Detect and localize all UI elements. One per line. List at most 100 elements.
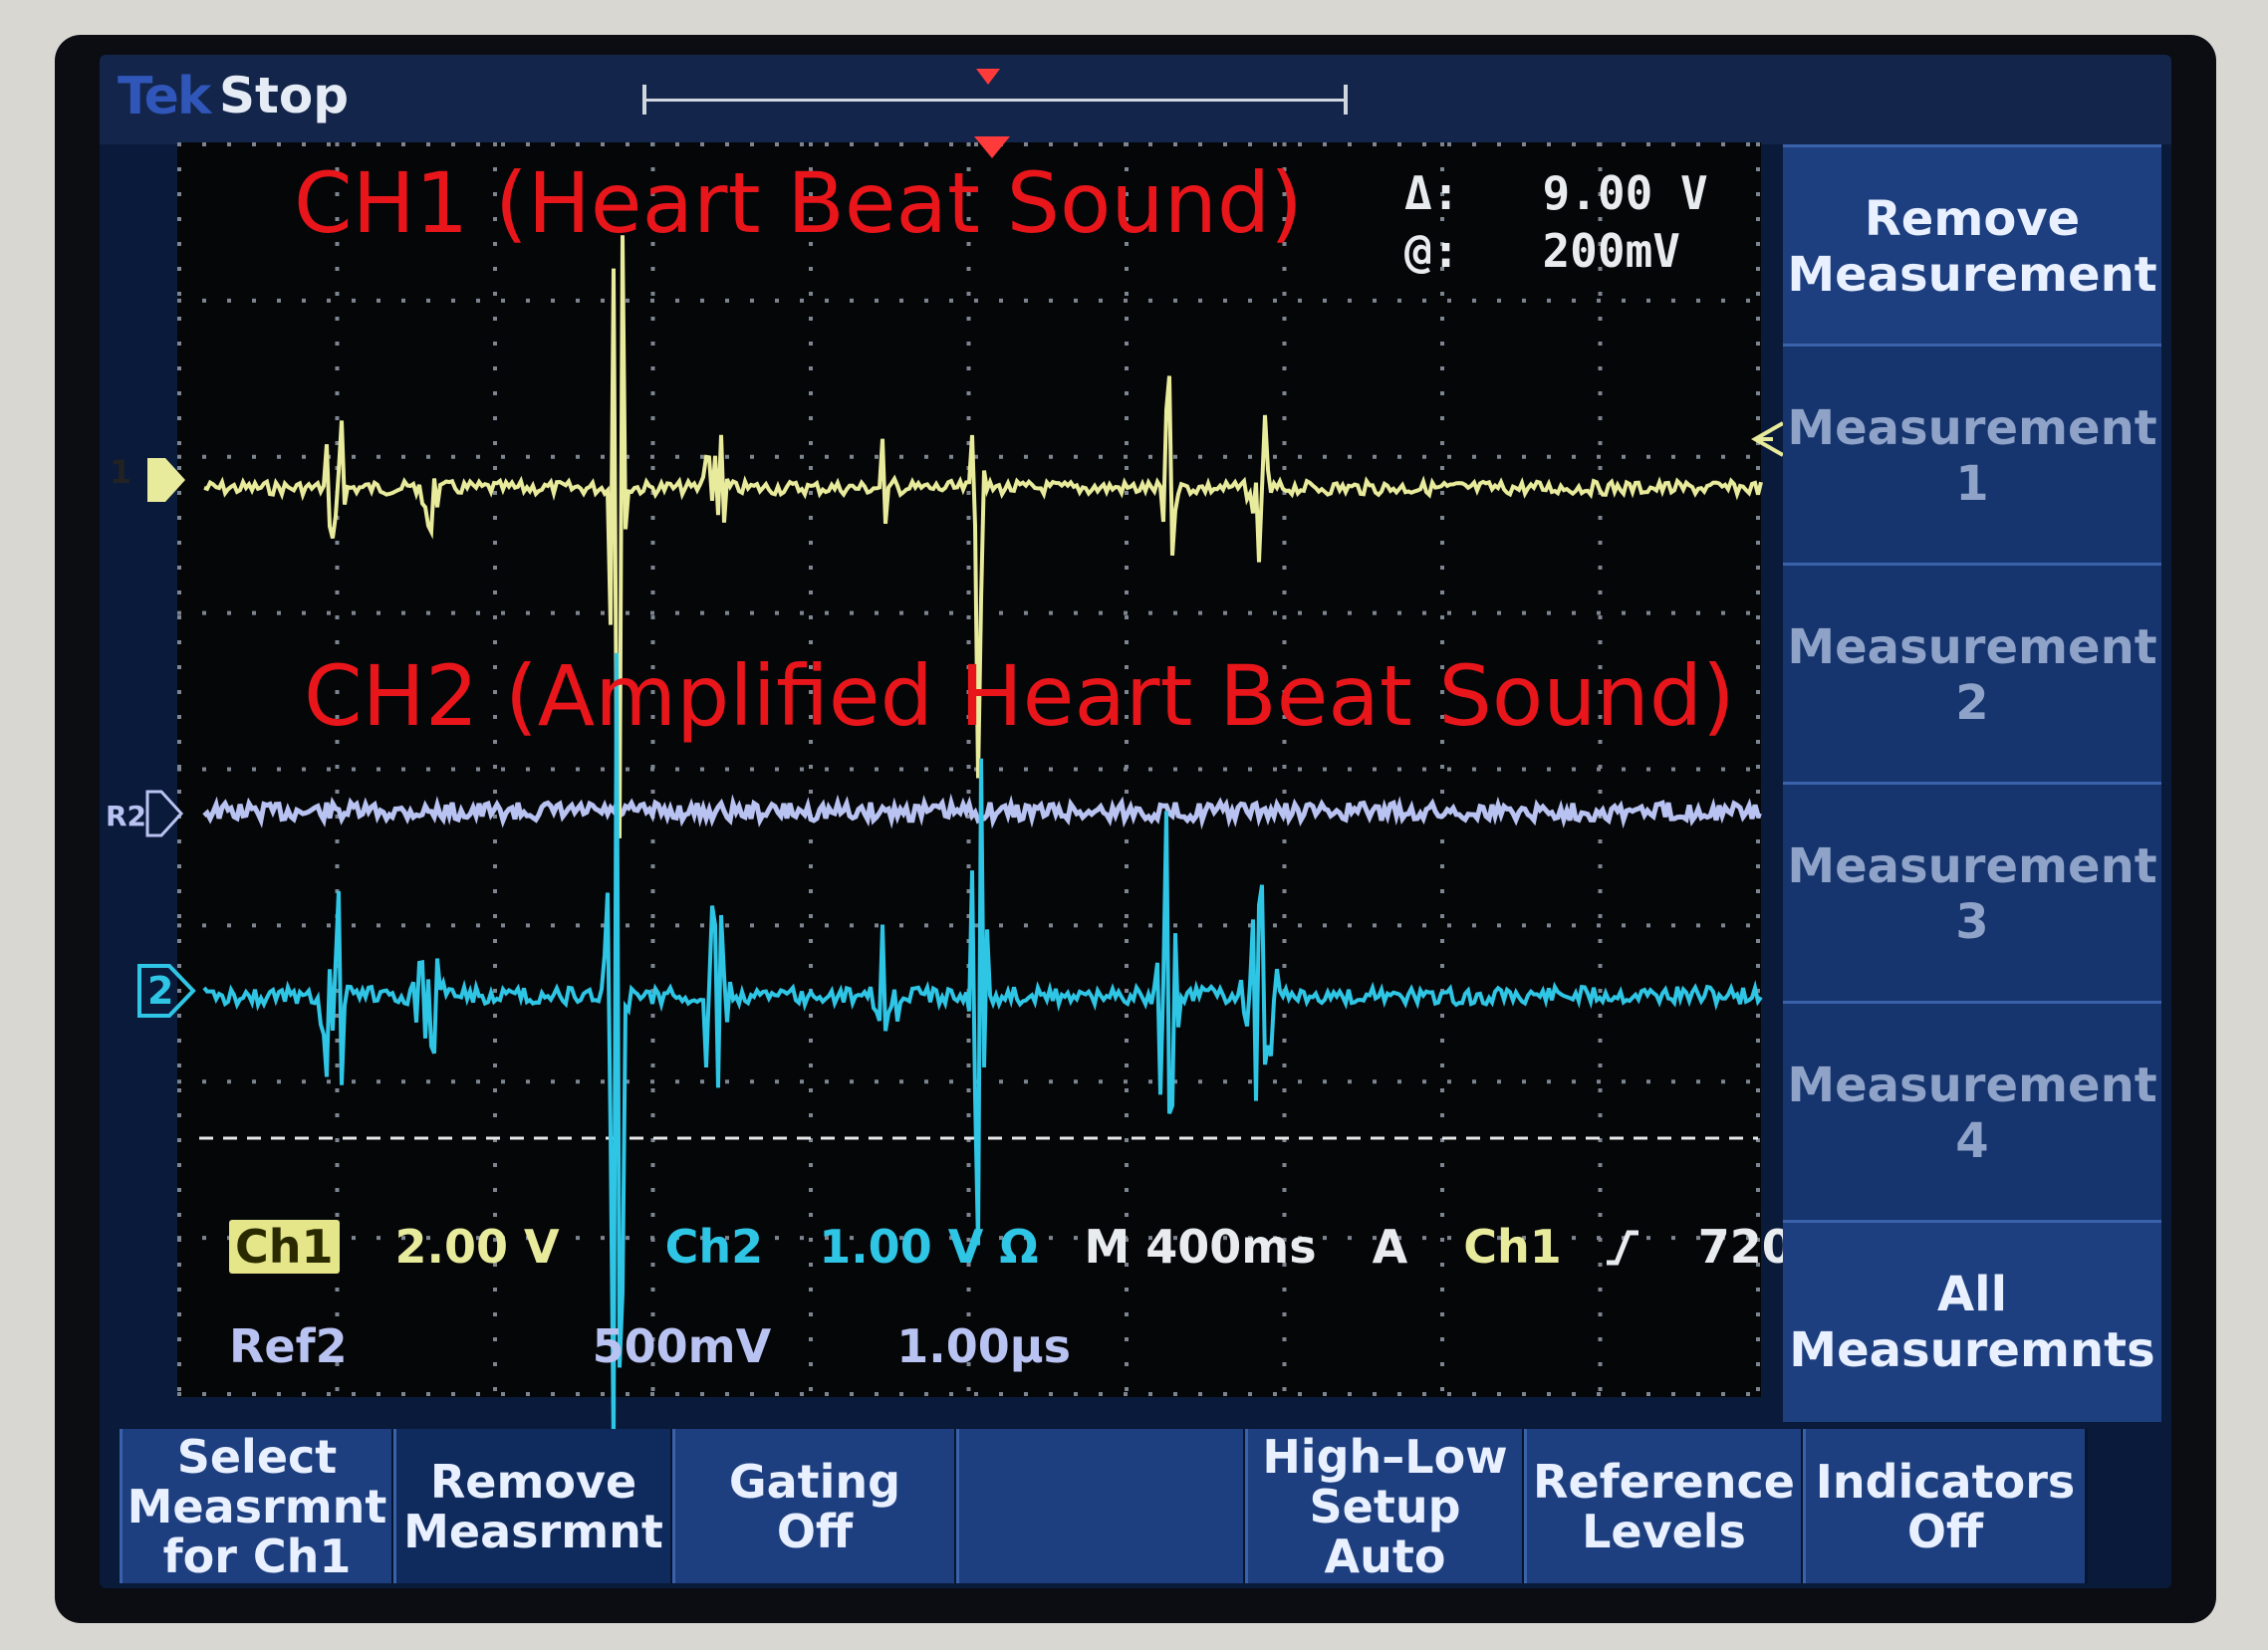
- grid-dot: [650, 454, 654, 459]
- grid-dot: [476, 767, 480, 772]
- grid-dot: [1099, 923, 1103, 928]
- grid-dot: [1173, 923, 1177, 928]
- all-measurements-button[interactable]: All Measuremnts: [1783, 1220, 2161, 1422]
- measurement-1-button[interactable]: Measurement 1: [1783, 344, 2161, 566]
- grid-dot: [377, 454, 380, 459]
- grid-dot: [335, 1163, 340, 1167]
- grid-dot: [1598, 1039, 1603, 1043]
- grid-dot: [493, 541, 497, 545]
- grid-dot: [850, 142, 854, 146]
- grid-dot: [650, 366, 655, 370]
- grid-dot: [302, 454, 306, 459]
- delta-value: 9.00 V: [1542, 166, 1708, 220]
- grid-dot: [899, 767, 903, 772]
- blank-menu-button[interactable]: [956, 1429, 1246, 1583]
- grid-dot: [335, 566, 340, 570]
- grid-dot: [1497, 610, 1501, 615]
- grid-dot: [1597, 1079, 1601, 1084]
- grid-dot: [601, 298, 605, 303]
- trigger-level-icon: [1750, 421, 1784, 457]
- indicators-line2: Off: [1906, 1504, 1984, 1558]
- grid-dot: [1721, 767, 1725, 772]
- grid-dot: [1282, 790, 1287, 794]
- grid-dot: [302, 298, 306, 303]
- grid-dot: [1198, 923, 1202, 928]
- grid-dot: [551, 610, 555, 615]
- grid-dot: [1074, 298, 1078, 303]
- remove-measurement-button[interactable]: Remove Measurement: [1783, 144, 2161, 347]
- grid-dot: [1282, 640, 1287, 644]
- measurement-4-button[interactable]: Measurement 4: [1783, 1001, 2161, 1223]
- grid-dot: [1597, 142, 1601, 146]
- grid-dot: [1756, 566, 1760, 570]
- grid-dot: [1074, 1079, 1078, 1084]
- grid-dot: [493, 416, 497, 420]
- gating-button[interactable]: Gating Off: [672, 1429, 957, 1583]
- grid-dot: [1746, 923, 1750, 928]
- measurement-2-button[interactable]: Measurement 2: [1783, 563, 2161, 785]
- grid-dot: [177, 267, 181, 271]
- grid-dot: [1746, 767, 1750, 772]
- indicators-button[interactable]: Indicators Off: [1803, 1429, 2088, 1583]
- grid-dot: [501, 1392, 505, 1396]
- trigger-source: Ch1: [1463, 1220, 1562, 1274]
- grid-dot: [675, 923, 679, 928]
- grid-dot: [1074, 454, 1078, 459]
- grid-dot: [1440, 765, 1444, 769]
- grid-dot: [177, 1039, 181, 1043]
- grid-dot: [1323, 767, 1327, 772]
- grid-dot: [1282, 1213, 1287, 1217]
- grid-dot: [949, 923, 953, 928]
- grid-dot: [1125, 566, 1129, 570]
- grid-dot: [177, 914, 181, 918]
- grid-dot: [335, 1063, 340, 1067]
- grid-dot: [875, 1079, 879, 1084]
- grid-dot: [809, 416, 813, 420]
- reference-levels-button[interactable]: Reference Levels: [1524, 1429, 1804, 1583]
- grid-dot: [1024, 923, 1028, 928]
- grid-dot: [1598, 889, 1603, 893]
- grid-dot: [1273, 923, 1277, 928]
- grid-dot: [1397, 610, 1401, 615]
- grid-dot: [327, 1392, 331, 1396]
- measurement-2-line2: 2: [1955, 675, 1989, 731]
- grid-dot: [401, 142, 405, 146]
- grid-dot: [493, 366, 497, 370]
- grid-dot: [966, 1063, 971, 1067]
- grid-dot: [493, 640, 497, 644]
- grid-dot: [675, 767, 679, 772]
- grid-dot: [966, 391, 971, 395]
- remove-measrmnt-button[interactable]: Remove Measrmnt: [393, 1429, 673, 1583]
- grid-dot: [650, 1163, 655, 1167]
- grid-dot: [1671, 1392, 1675, 1396]
- grid-dot: [1049, 767, 1053, 772]
- grid-dot: [1746, 610, 1750, 615]
- grid-dot: [899, 1079, 903, 1084]
- grid-dot: [1125, 790, 1129, 794]
- grid-dot: [650, 1213, 655, 1217]
- grid-dot: [1125, 1138, 1129, 1142]
- grid-dot: [966, 1188, 971, 1192]
- grid-dot: [227, 454, 231, 459]
- grid-dot: [202, 142, 206, 146]
- grid-dot: [650, 391, 655, 395]
- grid-dot: [426, 298, 430, 303]
- grid-dot: [202, 454, 206, 459]
- grid-dot: [1746, 298, 1750, 303]
- grid-dot: [1124, 298, 1128, 303]
- grid-dot: [1597, 767, 1601, 772]
- grid-dot: [1282, 1014, 1287, 1018]
- grid-dot: [526, 142, 530, 146]
- grid-dot: [1440, 615, 1444, 619]
- grid-dot: [335, 142, 340, 146]
- measurement-3-button[interactable]: Measurement 3: [1783, 782, 2161, 1004]
- grid-dot: [1223, 1079, 1227, 1084]
- grid-dot: [974, 1392, 978, 1396]
- grid-dot: [1273, 142, 1277, 146]
- grid-dot: [1756, 416, 1760, 420]
- gating-line1: Gating: [728, 1454, 901, 1509]
- grid-dot: [476, 1079, 480, 1084]
- high-low-setup-button[interactable]: High–Low Setup Auto: [1245, 1429, 1525, 1583]
- select-measurement-button[interactable]: Select Measrmnt for Ch1: [120, 1429, 394, 1583]
- grid-dot: [966, 590, 971, 594]
